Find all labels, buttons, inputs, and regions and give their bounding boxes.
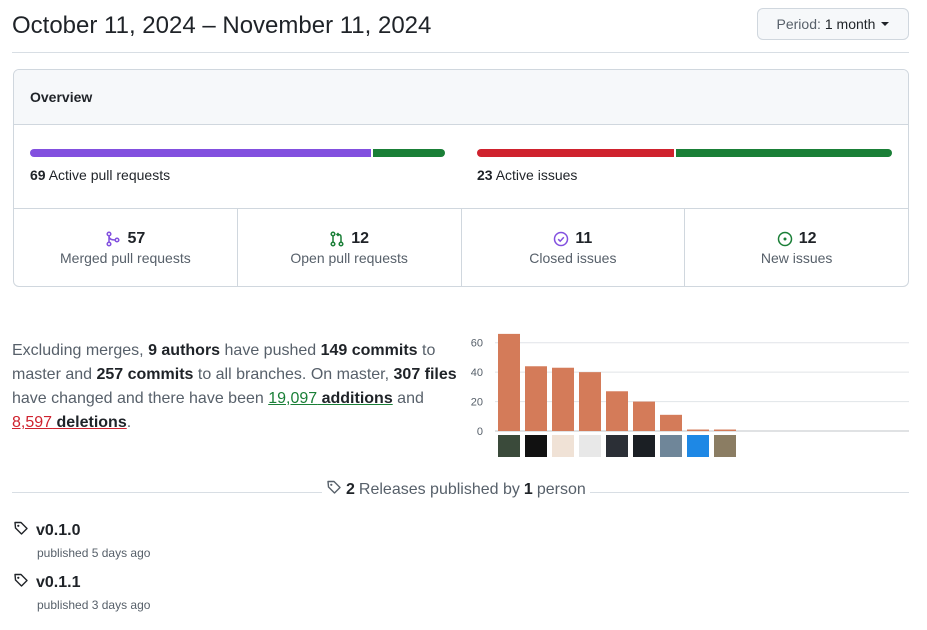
deletions-count: 8,597 <box>12 414 53 431</box>
contributors-chart: 0 20 40 60 <box>471 333 909 457</box>
closed-issues-segment <box>477 149 674 157</box>
overview-panel: Overview 69 Active pull requests 23 Acti… <box>13 69 909 287</box>
deletions-link[interactable]: 8,597 deletions <box>12 414 127 431</box>
pull-requests-bar <box>30 149 445 157</box>
additions-count: 19,097 <box>268 390 318 407</box>
release-published-time: published 3 days ago <box>37 598 151 612</box>
contributor-bar[interactable] <box>606 391 628 431</box>
open-pr-segment <box>373 149 445 157</box>
contributor-bar[interactable] <box>660 414 682 431</box>
contributor-bar[interactable] <box>633 401 655 431</box>
period-label: Period: <box>776 16 821 32</box>
commit-summary: Excluding merges, 9 authors have pushed … <box>12 339 462 435</box>
new-issues-label: New issues <box>760 250 833 266</box>
summary-text: . <box>126 414 132 431</box>
contributor-avatar[interactable] <box>687 435 709 457</box>
closed-issues-stat[interactable]: 11 Closed issues <box>462 209 686 286</box>
active-pr-label: Active pull requests <box>48 167 171 183</box>
authors-count: 9 authors <box>148 342 221 359</box>
merged-prs-stat[interactable]: 57 Merged pull requests <box>14 209 238 286</box>
summary-text: have changed and there have been <box>12 390 269 407</box>
contributor-bar[interactable] <box>714 429 736 431</box>
merged-pr-segment <box>30 149 371 157</box>
tag-icon <box>13 572 29 593</box>
contributor-avatar[interactable] <box>525 435 547 457</box>
master-commits-count: 149 commits <box>320 342 418 359</box>
contributor-avatar[interactable] <box>633 435 655 457</box>
release-item: v0.1.0 published 5 days ago <box>13 520 150 560</box>
new-issues-stat[interactable]: 12 New issues <box>685 209 908 286</box>
period-value: 1 month <box>824 16 876 32</box>
y-tick-label: 20 <box>471 397 483 409</box>
open-prs-label: Open pull requests <box>290 250 408 266</box>
releases-summary: 2 Releases published by 1 person <box>322 479 590 500</box>
release-tag-link[interactable]: v0.1.1 <box>36 574 80 592</box>
y-tick-label: 40 <box>471 367 483 379</box>
pull-requests-summary[interactable]: 69 Active pull requests <box>30 149 445 183</box>
releases-text: person <box>536 480 586 498</box>
contributor-avatar[interactable] <box>660 435 682 457</box>
overview-bars: 69 Active pull requests 23 Active issues <box>14 125 908 209</box>
tag-icon <box>326 479 342 500</box>
summary-text: Excluding merges, <box>12 342 149 359</box>
contributor-bar[interactable] <box>525 366 547 431</box>
new-issues-count: 12 <box>798 230 817 247</box>
y-tick-label: 0 <box>477 426 483 438</box>
contributor-bar[interactable] <box>552 367 574 431</box>
issue-opened-icon <box>777 231 793 247</box>
summary-text: to all branches. On master, <box>193 366 394 383</box>
active-pr-count: 69 <box>30 167 46 183</box>
contributor-avatar[interactable] <box>606 435 628 457</box>
open-prs-count: 12 <box>351 230 370 247</box>
releases-count: 2 <box>346 480 355 498</box>
contributor-bar[interactable] <box>579 372 601 431</box>
files-changed-count: 307 files <box>393 366 457 383</box>
active-issues-label: Active issues <box>495 167 578 183</box>
summary-text: and <box>392 390 424 407</box>
date-range-title: October 11, 2024 – November 11, 2024 <box>12 12 432 39</box>
issues-bar <box>477 149 892 157</box>
release-item: v0.1.1 published 3 days ago <box>13 572 150 612</box>
deletions-word: deletions <box>52 414 127 431</box>
release-published-time: published 5 days ago <box>37 546 151 560</box>
contributor-avatar[interactable] <box>579 435 601 457</box>
period-dropdown-button[interactable]: Period: 1 month <box>757 8 909 40</box>
overview-title: Overview <box>14 70 908 125</box>
tag-icon <box>13 520 29 541</box>
contributor-avatar[interactable] <box>498 435 520 457</box>
active-issues-count: 23 <box>477 167 493 183</box>
contributor-bar[interactable] <box>498 333 520 431</box>
open-prs-stat[interactable]: 12 Open pull requests <box>238 209 462 286</box>
y-tick-label: 60 <box>471 338 483 350</box>
closed-issues-label: Closed issues <box>529 250 617 266</box>
summary-text: have pushed <box>220 342 321 359</box>
contributor-avatar[interactable] <box>714 435 736 457</box>
overview-stats: 57 Merged pull requests 12 Open pull req… <box>14 209 908 286</box>
git-merge-icon <box>105 231 121 247</box>
git-pull-request-icon <box>329 231 345 247</box>
release-people-count: 1 <box>523 480 533 498</box>
additions-word: additions <box>317 390 393 407</box>
contributor-bar[interactable] <box>687 429 709 431</box>
issue-closed-icon <box>553 231 569 247</box>
release-tag-link[interactable]: v0.1.0 <box>36 522 80 540</box>
releases-text: Releases published by <box>358 480 520 498</box>
new-issues-segment <box>676 149 892 157</box>
caret-down-icon <box>881 22 890 26</box>
merged-prs-label: Merged pull requests <box>60 250 191 266</box>
all-commits-count: 257 commits <box>96 366 194 383</box>
merged-prs-count: 57 <box>127 230 146 247</box>
contributor-avatar[interactable] <box>552 435 574 457</box>
issues-summary[interactable]: 23 Active issues <box>477 149 892 183</box>
page-header: October 11, 2024 – November 11, 2024 Per… <box>12 8 909 53</box>
additions-link[interactable]: 19,097 additions <box>268 390 393 407</box>
closed-issues-count: 11 <box>575 230 593 247</box>
